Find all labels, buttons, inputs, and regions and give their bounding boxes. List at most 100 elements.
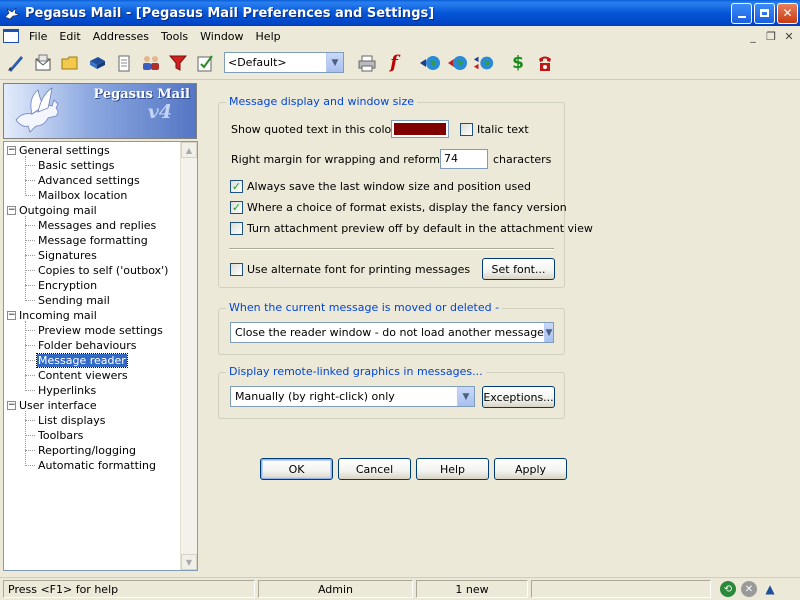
tree-connector — [25, 345, 35, 346]
moved-deleted-value: Close the reader window - do not load an… — [235, 326, 544, 339]
tree-connector — [25, 465, 35, 466]
collapse-icon[interactable]: − — [7, 146, 16, 155]
tree-item[interactable]: Message formatting — [4, 233, 180, 248]
ok-button[interactable]: OK — [260, 458, 333, 480]
restore-button[interactable] — [754, 2, 775, 24]
new-message-icon[interactable] — [5, 52, 27, 74]
tree-group[interactable]: − Incoming mail — [4, 308, 180, 323]
tree-item[interactable]: Advanced settings — [4, 173, 180, 188]
folders-icon[interactable] — [59, 52, 81, 74]
send-globe-icon[interactable] — [419, 52, 441, 74]
tree-item-label: Automatic formatting — [38, 459, 156, 472]
margin-units-label: characters — [493, 153, 552, 166]
tree-group-label: Outgoing mail — [19, 204, 97, 217]
tree-item[interactable]: Toolbars — [4, 428, 180, 443]
tree-connector — [25, 225, 35, 226]
tree-item[interactable]: Hyperlinks — [4, 383, 180, 398]
tree-group[interactable]: − Outgoing mail — [4, 203, 180, 218]
minimize-button[interactable] — [731, 2, 752, 24]
tree-group[interactable]: − General settings — [4, 143, 180, 158]
tree-scrollbar[interactable]: ▲ ▼ — [180, 142, 197, 570]
tree-connector — [25, 435, 35, 436]
margin-input[interactable]: 74 — [440, 149, 488, 169]
italic-text-checkbox[interactable] — [460, 123, 473, 136]
close-button[interactable]: ✕ — [777, 2, 798, 24]
tree-item-label: Messages and replies — [38, 219, 157, 232]
tree-item[interactable]: Basic settings — [4, 158, 180, 173]
tree-connector-vertical — [25, 411, 26, 466]
cancel-button[interactable]: Cancel — [338, 458, 411, 480]
tree-item[interactable]: Messages and replies — [4, 218, 180, 233]
tree-connector — [25, 255, 35, 256]
moved-deleted-dropdown[interactable]: Close the reader window - do not load an… — [230, 322, 554, 343]
quoted-colour-swatch[interactable] — [391, 120, 449, 138]
font-icon[interactable]: f — [383, 52, 405, 74]
addressbooks-icon[interactable] — [86, 52, 108, 74]
tree-item[interactable]: List displays — [4, 413, 180, 428]
distribution-lists-icon[interactable] — [140, 52, 162, 74]
menu-tools[interactable]: Tools — [155, 30, 194, 43]
document-icon[interactable] — [3, 29, 19, 43]
pegasus-app-icon[interactable] — [3, 4, 21, 22]
receive-globe-icon[interactable] — [446, 52, 468, 74]
tree-item[interactable]: Encryption — [4, 278, 180, 293]
chevron-down-icon[interactable]: ▼ — [457, 387, 474, 406]
tree-item[interactable]: Content viewers — [4, 368, 180, 383]
tree-item-label: Folder behaviours — [38, 339, 137, 352]
remote-graphics-dropdown[interactable]: Manually (by right-click) only ▼ — [230, 386, 475, 407]
collapse-icon[interactable]: − — [7, 401, 16, 410]
menu-edit[interactable]: Edit — [53, 30, 86, 43]
apply-button[interactable]: Apply — [494, 458, 567, 480]
menu-file[interactable]: File — [23, 30, 53, 43]
minimize-icon — [737, 15, 746, 18]
attachment-preview-checkbox[interactable] — [230, 222, 243, 235]
scroll-up-icon[interactable]: ▲ — [181, 142, 197, 158]
mdi-close-icon[interactable]: ✕ — [781, 29, 797, 43]
tree-group[interactable]: − User interface — [4, 398, 180, 413]
read-mail-icon[interactable] — [32, 52, 54, 74]
italic-text-label: Italic text — [477, 123, 529, 136]
notepad-icon[interactable] — [113, 52, 135, 74]
tree-item[interactable]: Sending mail — [4, 293, 180, 308]
settings-tree[interactable]: − General settings Basic settings Advanced … — [3, 141, 198, 571]
collapse-icon[interactable]: − — [7, 206, 16, 215]
chevron-down-icon[interactable]: ▼ — [326, 53, 343, 72]
save-window-size-checkbox[interactable]: ✓ — [230, 180, 243, 193]
tree-item[interactable]: Preview mode settings — [4, 323, 180, 338]
tree-item[interactable]: Mailbox location — [4, 188, 180, 203]
set-font-button[interactable]: Set font... — [482, 258, 555, 280]
print-icon[interactable] — [356, 52, 378, 74]
expand-up-icon[interactable]: ▲ — [762, 581, 778, 597]
tree-item[interactable]: Reporting/logging — [4, 443, 180, 458]
stop-icon[interactable]: ✕ — [741, 581, 757, 597]
exceptions-button[interactable]: Exceptions... — [482, 386, 555, 408]
filters-icon[interactable] — [167, 52, 189, 74]
tree-item[interactable]: Automatic formatting — [4, 458, 180, 473]
dialup-icon[interactable] — [534, 52, 556, 74]
group-divider — [229, 248, 554, 250]
alternate-font-checkbox[interactable] — [230, 263, 243, 276]
status-blank-pane — [531, 580, 711, 598]
tree-item[interactable]: Folder behaviours — [4, 338, 180, 353]
tree-item-label: Hyperlinks — [38, 384, 97, 397]
tree-item[interactable]: Signatures — [4, 248, 180, 263]
chevron-down-icon[interactable]: ▼ — [543, 323, 553, 342]
tree-item-label: Basic settings — [38, 159, 115, 172]
dollar-icon[interactable]: $ — [507, 52, 529, 74]
online-status-icon[interactable]: ⟲ — [720, 581, 736, 597]
checklist-icon[interactable] — [194, 52, 216, 74]
menu-addresses[interactable]: Addresses — [87, 30, 155, 43]
identity-dropdown[interactable]: <Default> ▼ — [224, 52, 344, 73]
mdi-minimize-icon[interactable]: _ — [745, 29, 761, 43]
fancy-version-checkbox[interactable]: ✓ — [230, 201, 243, 214]
collapse-icon[interactable]: − — [7, 311, 16, 320]
send-receive-globe-icon[interactable] — [473, 52, 495, 74]
tree-item[interactable]: Copies to self ('outbox') — [4, 263, 180, 278]
scroll-down-icon[interactable]: ▼ — [181, 554, 197, 570]
tree-item[interactable]: Message reader — [4, 353, 180, 368]
help-button[interactable]: Help — [416, 458, 489, 480]
mdi-restore-icon[interactable]: ❐ — [763, 29, 779, 43]
menu-help[interactable]: Help — [250, 30, 287, 43]
alternate-font-label: Use alternate font for printing messages — [247, 263, 471, 276]
menu-window[interactable]: Window — [194, 30, 249, 43]
